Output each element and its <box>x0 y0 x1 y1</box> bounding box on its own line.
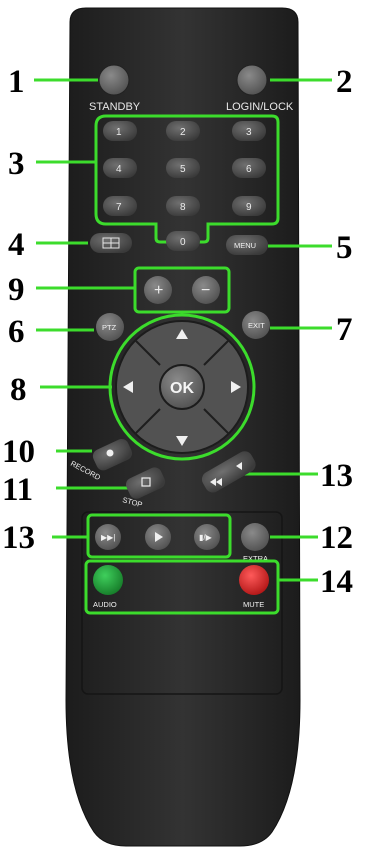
callout-3: 3 <box>8 146 25 182</box>
standby-label: STANDBY <box>89 101 141 113</box>
digit-7-label: 7 <box>116 202 122 213</box>
digit-3-label: 3 <box>246 127 252 138</box>
digit-8-label: 8 <box>180 202 186 213</box>
callout-1: 1 <box>8 64 25 100</box>
digit-5-label: 5 <box>180 164 186 175</box>
digit-4-label: 4 <box>116 164 122 175</box>
digit-2-label: 2 <box>180 127 186 138</box>
extra-button[interactable] <box>241 523 269 551</box>
mute-button[interactable] <box>239 565 269 595</box>
digit-9-label: 9 <box>246 202 252 213</box>
audio-button[interactable] <box>93 565 123 595</box>
callout-4: 4 <box>8 227 25 263</box>
callout-10: 10 <box>2 434 35 470</box>
ptz-label: PTZ <box>102 323 117 332</box>
callout-13-left: 13 <box>2 520 35 556</box>
record-dot-icon <box>106 449 114 457</box>
callout-12: 12 <box>320 520 353 556</box>
menu-label: MENU <box>234 241 256 250</box>
callout-6: 6 <box>8 314 25 350</box>
digit-0-label: 0 <box>180 237 186 248</box>
login-lock-button[interactable] <box>236 64 268 96</box>
ok-label: OK <box>170 380 194 397</box>
digit-6-label: 6 <box>246 164 252 175</box>
login-lock-label: LOGIN/LOCK <box>226 101 294 113</box>
callout-13-right: 13 <box>320 458 353 494</box>
audio-label: AUDIO <box>93 600 117 609</box>
callout-14: 14 <box>320 564 353 600</box>
callout-8: 8 <box>10 372 27 408</box>
minus-label: − <box>201 282 210 299</box>
exit-label: EXIT <box>248 321 265 330</box>
fast-forward-icon: ▶▶| <box>101 533 115 542</box>
standby-button[interactable] <box>98 64 130 96</box>
plus-label: + <box>154 282 163 299</box>
digit-1-label: 1 <box>116 127 122 138</box>
remote-control-diagram: 1 2 3 4 5 9 6 7 8 10 11 13 13 12 14 STAN… <box>2 7 353 847</box>
callout-5: 5 <box>336 230 353 266</box>
callout-9: 9 <box>8 272 25 308</box>
callout-7: 7 <box>336 312 353 348</box>
callout-11: 11 <box>2 472 33 508</box>
pause-step-icon: ▮/▶ <box>199 533 213 542</box>
callout-2: 2 <box>336 64 353 100</box>
mute-label: MUTE <box>243 600 264 609</box>
